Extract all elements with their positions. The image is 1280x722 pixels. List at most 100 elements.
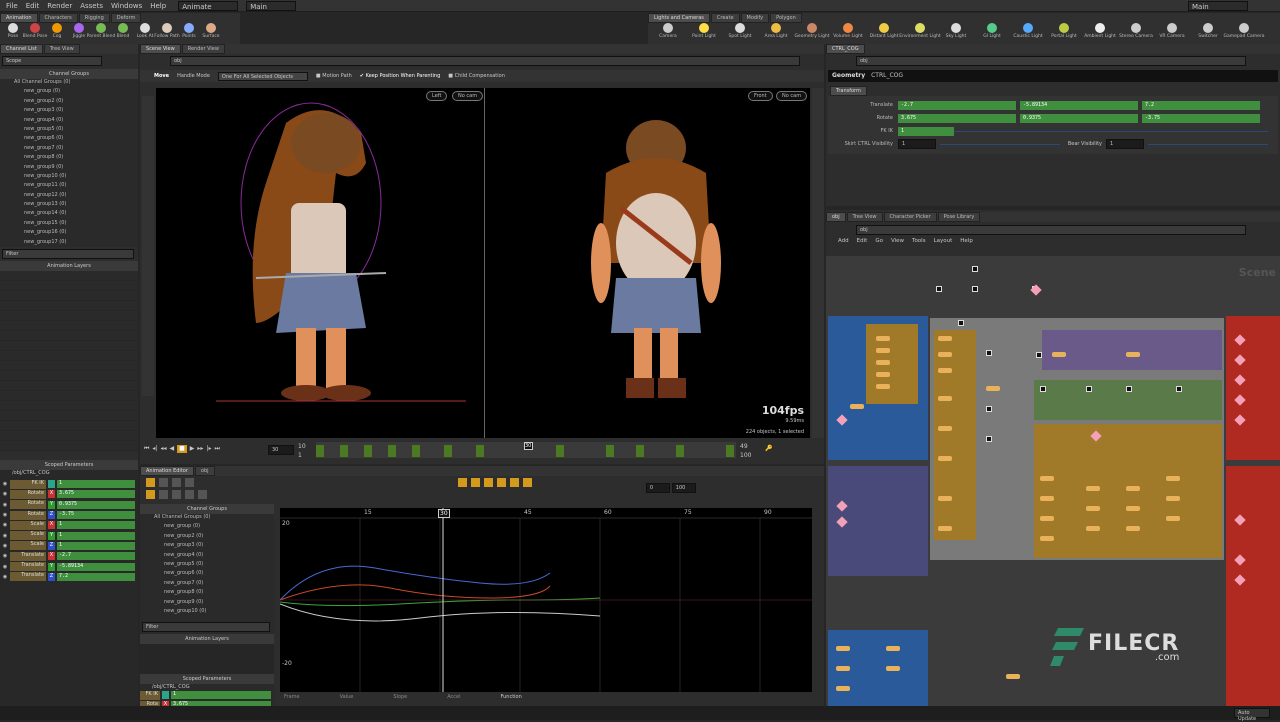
start-frame[interactable]: 1 xyxy=(298,452,302,459)
param-value[interactable]: 1 xyxy=(57,521,135,530)
network-node[interactable] xyxy=(938,368,952,373)
eye-icon[interactable]: ◉ xyxy=(0,512,10,518)
channel-group-item[interactable]: new_group10 (0) xyxy=(0,173,138,183)
keyframe-marker[interactable] xyxy=(388,445,396,457)
shelf-tool[interactable]: Portal Light xyxy=(1046,23,1082,39)
tangent-2[interactable] xyxy=(483,478,493,487)
rotate-x[interactable]: 3.675 xyxy=(898,113,1016,123)
bear-slider[interactable] xyxy=(1148,143,1268,145)
fkik-slider[interactable] xyxy=(954,130,1268,132)
param-value[interactable]: 1 xyxy=(57,541,135,550)
tangent-5[interactable] xyxy=(522,478,532,487)
tab-tree-view[interactable]: Tree View xyxy=(43,44,80,54)
tab-ctrl-cog[interactable]: CTRL_COG xyxy=(826,44,865,54)
translate-z[interactable]: 7.2 xyxy=(1142,100,1260,110)
network-node[interactable] xyxy=(1040,476,1054,481)
node-name[interactable]: CTRL_COG xyxy=(871,72,903,79)
child-comp-checkbox[interactable]: ■ Child Compensation xyxy=(448,73,505,79)
right-view-menu[interactable]: Front xyxy=(748,91,773,101)
key-tangent-button[interactable] xyxy=(457,478,467,487)
param-value[interactable]: -3.75 xyxy=(57,511,135,520)
keyframe-marker[interactable] xyxy=(556,445,564,457)
scoped-param-row[interactable]: ◉ Rotate X 3.675 xyxy=(0,489,138,499)
handle-mode-select[interactable]: One For All Selected Objects xyxy=(217,71,308,81)
range-start[interactable]: 10 xyxy=(298,443,306,450)
network-node[interactable] xyxy=(1006,674,1020,679)
shelf-tab-characters[interactable]: Characters xyxy=(38,13,78,23)
shelf-tool[interactable]: Camera xyxy=(650,23,686,39)
tab-channel-list[interactable]: Channel List xyxy=(0,44,43,54)
play-button[interactable]: ▶ xyxy=(190,445,195,453)
network-node-null[interactable] xyxy=(972,266,978,272)
shelf-tool[interactable]: Environment Light xyxy=(899,23,941,39)
network-node[interactable] xyxy=(876,336,890,341)
range-end[interactable]: 49 xyxy=(740,443,748,450)
auto-update-button[interactable]: Auto Update xyxy=(1234,708,1270,722)
scope-field[interactable]: Scope xyxy=(2,56,102,66)
channel-group-item[interactable]: new_group7 (0) xyxy=(140,580,274,590)
menu-help[interactable]: Help xyxy=(150,2,166,10)
network-node[interactable] xyxy=(938,456,952,461)
scoped-param-row[interactable]: ◉ Scale Y 1 xyxy=(0,530,138,541)
channel-group-item[interactable]: new_group16 (0) xyxy=(0,229,138,239)
move-tool-label[interactable]: Move xyxy=(154,73,169,79)
eye-icon[interactable]: ◉ xyxy=(0,491,10,497)
tangent-3[interactable] xyxy=(496,478,506,487)
tab-character-picker[interactable]: Character Picker xyxy=(883,212,937,222)
channel-group-item[interactable]: new_group5 (0) xyxy=(140,561,274,571)
shelf-tool[interactable]: Pose xyxy=(2,23,24,39)
key-icon[interactable]: 🔑 xyxy=(765,445,772,452)
tab-render-view[interactable]: Render View xyxy=(181,44,225,54)
tab-animation-editor[interactable]: Animation Editor xyxy=(140,466,194,476)
eye-icon[interactable]: ◉ xyxy=(0,533,10,539)
keyframe-marker[interactable] xyxy=(444,445,452,457)
channel-group-item[interactable]: new_group11 (0) xyxy=(0,182,138,192)
current-frame-field[interactable]: 30 xyxy=(268,445,294,455)
channel-group-item[interactable]: new_group3 (0) xyxy=(0,107,138,117)
net-menu-layout[interactable]: Layout xyxy=(934,238,953,248)
network-node[interactable] xyxy=(938,396,952,401)
accel-field[interactable]: Accel xyxy=(447,694,460,700)
channel-group-item[interactable]: new_group17 (0) xyxy=(0,239,138,247)
menu-assets[interactable]: Assets xyxy=(80,2,103,10)
network-node[interactable] xyxy=(1040,536,1054,541)
network-node[interactable] xyxy=(1126,506,1140,511)
shelf-tool[interactable]: Parent Blend xyxy=(87,23,115,39)
keyframe-marker[interactable] xyxy=(606,445,614,457)
right-context-select[interactable]: Main xyxy=(1188,0,1248,11)
shelf-tool[interactable]: VR Camera xyxy=(1154,23,1190,39)
network-node-null[interactable] xyxy=(936,286,942,292)
cut-tool[interactable] xyxy=(172,490,181,499)
network-node[interactable] xyxy=(938,526,952,531)
shelf-tab-lights[interactable]: Lights and Cameras xyxy=(648,13,710,23)
motion-path-checkbox[interactable]: ■ Motion Path xyxy=(316,73,352,79)
shelf-tool[interactable]: Surface xyxy=(200,23,222,39)
network-node-null[interactable] xyxy=(972,286,978,292)
anim-filter-field[interactable]: Filter xyxy=(142,622,270,632)
menu-windows[interactable]: Windows xyxy=(111,2,142,10)
net-menu-tools[interactable]: Tools xyxy=(912,238,926,248)
shelf-tool[interactable]: Gamepad Camera xyxy=(1224,23,1264,39)
shelf-tool[interactable]: Ambient Light xyxy=(1082,23,1118,39)
keep-position-checkbox[interactable]: ✔ Keep Position When Parenting xyxy=(360,73,440,79)
scoped-param-row[interactable]: ◉ Scale Z 1 xyxy=(0,541,138,551)
function-field[interactable]: Function xyxy=(501,694,522,700)
shelf-tool[interactable]: Follow Path xyxy=(154,23,180,39)
step-forward-button[interactable]: ▸▸ xyxy=(197,445,203,453)
param-value[interactable]: 7.2 xyxy=(57,572,135,581)
channel-group-item[interactable]: new_group15 (0) xyxy=(0,220,138,230)
copy-tool[interactable] xyxy=(185,490,194,499)
network-node[interactable] xyxy=(886,646,900,651)
eye-icon[interactable]: ◉ xyxy=(0,553,10,559)
channel-group-item[interactable]: new_group7 (0) xyxy=(0,145,138,155)
channel-group-item[interactable]: new_group2 (0) xyxy=(0,98,138,108)
box-tool[interactable] xyxy=(159,490,168,499)
network-node[interactable] xyxy=(938,426,952,431)
shelf-tab-animation[interactable]: Animation xyxy=(0,13,38,23)
channel-group-item[interactable]: new_group (0) xyxy=(140,523,274,533)
network-node[interactable] xyxy=(876,360,890,365)
viewport[interactable]: Left No cam Front No cam 104fps 9.59ms 2… xyxy=(156,88,810,438)
menu-file[interactable]: File xyxy=(6,2,18,10)
channel-group-item[interactable]: new_group9 (0) xyxy=(140,599,274,608)
anim-frame-end[interactable]: 100 xyxy=(671,483,696,493)
